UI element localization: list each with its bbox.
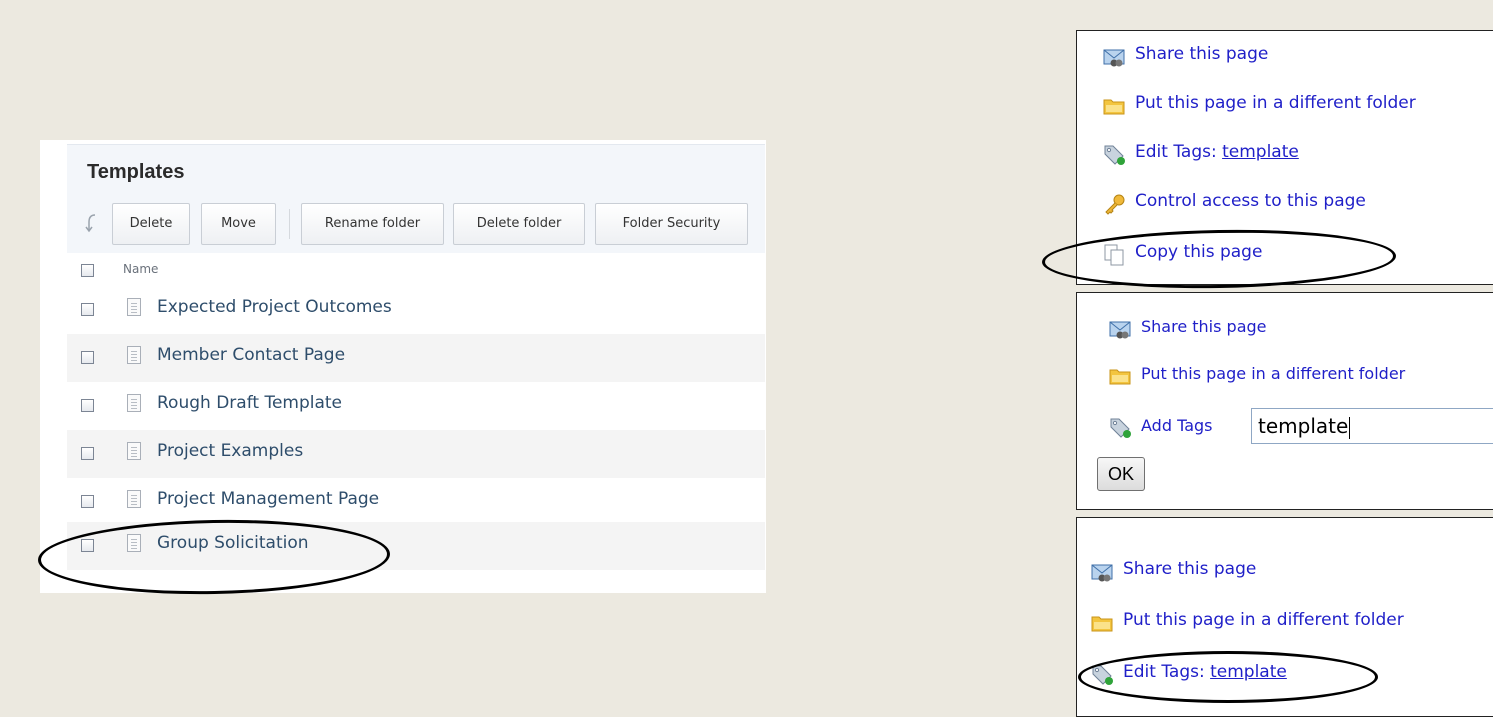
page-actions-panel: Share this page Put this page in a diffe… — [1076, 30, 1493, 285]
copy-pages-icon — [1103, 244, 1127, 266]
document-icon — [127, 394, 141, 412]
table-row[interactable]: Member Contact Page — [67, 334, 765, 382]
rename-folder-button[interactable]: Rename folder — [301, 203, 444, 245]
row-checkbox[interactable] — [81, 351, 94, 364]
table-row[interactable]: Expected Project Outcomes — [67, 286, 765, 334]
edit-tags-label: Edit Tags: — [1135, 142, 1223, 162]
copy-page-label: Copy this page — [1135, 242, 1263, 262]
tag-icon — [1109, 417, 1133, 439]
move-folder-label: Put this page in a different folder — [1141, 364, 1406, 383]
row-checkbox[interactable] — [81, 447, 94, 460]
page-link[interactable]: Group Solicitation — [157, 533, 309, 553]
column-header: Name — [67, 256, 765, 286]
templates-header: Templates Delete Move Rename folder Dele… — [67, 144, 765, 253]
key-icon — [1103, 193, 1127, 215]
folder-toolbar: Delete Move Rename folder Delete folder … — [67, 203, 765, 247]
share-envelope-icon — [1103, 46, 1127, 68]
share-page-label: Share this page — [1123, 559, 1257, 579]
document-icon — [127, 490, 141, 508]
edit-tags-panel: Share this page Put this page in a diffe… — [1076, 517, 1493, 717]
text-caret — [1349, 416, 1351, 439]
tag-icon — [1103, 144, 1127, 166]
page-link[interactable]: Member Contact Page — [157, 345, 345, 365]
row-checkbox[interactable] — [81, 539, 94, 552]
folder-icon — [1091, 612, 1115, 634]
folder-security-button[interactable]: Folder Security — [595, 203, 748, 245]
control-access-label: Control access to this page — [1135, 191, 1366, 211]
table-row[interactable]: Project Examples — [67, 430, 765, 478]
share-page-label: Share this page — [1141, 317, 1267, 336]
move-folder-label: Put this page in a different folder — [1123, 610, 1404, 630]
tag-input-field[interactable]: template — [1251, 408, 1493, 444]
add-tags-label: Add Tags — [1141, 416, 1213, 435]
add-tags-panel: Share this page Put this page in a diffe… — [1076, 292, 1493, 510]
table-row[interactable]: Project Management Page — [67, 478, 765, 526]
page-link[interactable]: Project Management Page — [157, 489, 379, 509]
document-icon — [127, 346, 141, 364]
share-envelope-icon — [1109, 318, 1133, 340]
row-checkbox[interactable] — [81, 495, 94, 508]
add-tags-row: Add Tags template — [1109, 408, 1493, 444]
page-link[interactable]: Project Examples — [157, 441, 303, 461]
templates-folder-panel: Templates Delete Move Rename folder Dele… — [40, 140, 766, 593]
row-checkbox[interactable] — [81, 303, 94, 316]
document-icon — [127, 298, 141, 316]
column-name-header[interactable]: Name — [123, 262, 158, 276]
row-checkbox[interactable] — [81, 399, 94, 412]
document-icon — [127, 534, 141, 552]
page-link[interactable]: Rough Draft Template — [157, 393, 342, 413]
share-envelope-icon — [1091, 561, 1115, 583]
folder-icon — [1103, 95, 1127, 117]
delete-button[interactable]: Delete — [112, 203, 190, 245]
folder-title: Templates — [87, 161, 185, 183]
templates-list-container: Templates Delete Move Rename folder Dele… — [67, 144, 765, 570]
edit-tags-label: Edit Tags: — [1123, 662, 1211, 682]
move-button[interactable]: Move — [201, 203, 276, 245]
table-row[interactable]: Rough Draft Template — [67, 382, 765, 430]
share-page-label: Share this page — [1135, 44, 1269, 64]
tag-icon — [1091, 664, 1115, 686]
table-row[interactable]: Group Solicitation — [67, 522, 765, 570]
move-folder-label: Put this page in a different folder — [1135, 93, 1416, 113]
folder-icon — [1109, 365, 1133, 387]
ok-button[interactable]: OK — [1097, 457, 1145, 491]
document-icon — [127, 442, 141, 460]
template-tag-link[interactable]: template — [1210, 662, 1287, 682]
page-link[interactable]: Expected Project Outcomes — [157, 297, 392, 317]
template-tag-link[interactable]: template — [1222, 142, 1299, 162]
undo-arrow-icon[interactable] — [85, 213, 101, 235]
tag-input-value: template — [1258, 414, 1349, 438]
select-all-checkbox[interactable] — [81, 264, 94, 277]
delete-folder-button[interactable]: Delete folder — [453, 203, 585, 245]
toolbar-divider — [289, 209, 290, 239]
